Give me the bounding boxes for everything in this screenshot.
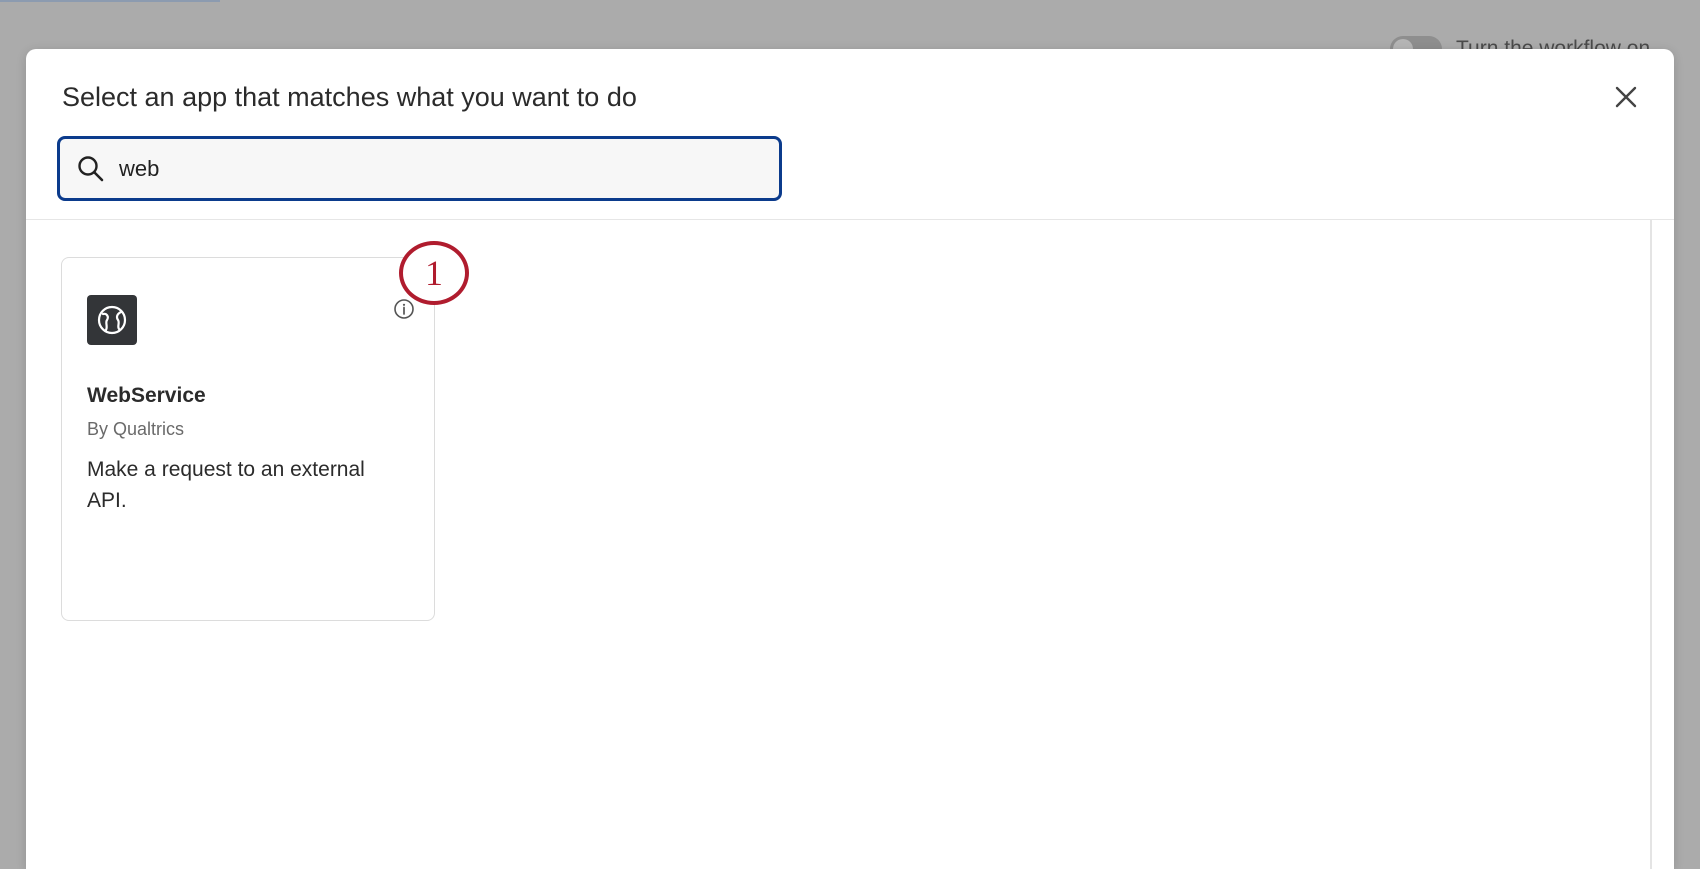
app-vendor: By Qualtrics <box>87 419 185 439</box>
search-input[interactable] <box>119 148 719 189</box>
modal-body: WebService By Qualtrics Make a request t… <box>26 220 1674 869</box>
modal-title: Select an app that matches what you want… <box>62 82 637 112</box>
search-box[interactable] <box>57 136 782 201</box>
close-button[interactable] <box>1612 83 1640 111</box>
webservice-logo <box>87 295 137 345</box>
globe-icon <box>97 305 127 335</box>
annotation-badge: 1 <box>399 241 469 305</box>
search-icon <box>75 153 107 185</box>
app-name: WebService <box>87 384 206 407</box>
close-icon <box>1615 86 1637 108</box>
background-tab-indicator <box>0 0 220 2</box>
info-icon[interactable] <box>393 298 415 320</box>
modal-header: Select an app that matches what you want… <box>26 49 1674 220</box>
scrollbar[interactable] <box>1650 220 1652 869</box>
app-picker-modal: Select an app that matches what you want… <box>26 49 1674 869</box>
app-description: Make a request to an external API. <box>87 458 365 512</box>
app-card-webservice[interactable]: WebService By Qualtrics Make a request t… <box>61 257 435 621</box>
